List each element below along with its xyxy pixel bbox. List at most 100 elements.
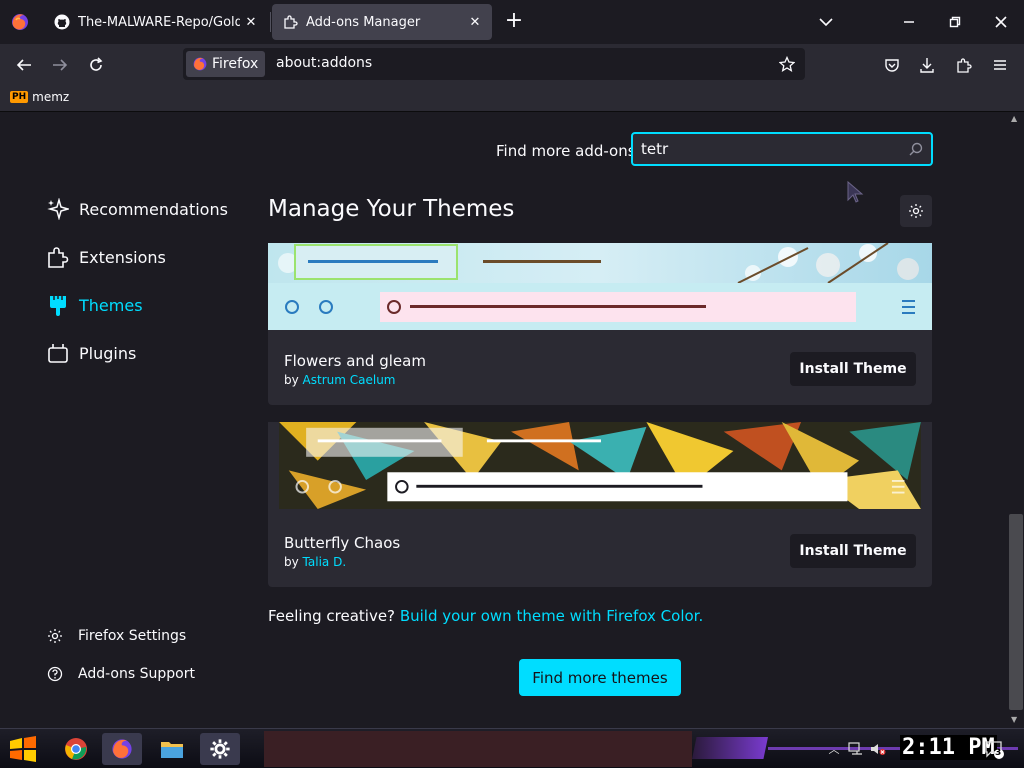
taskbar: ︿ 2:11 PM 3 bbox=[0, 728, 1024, 768]
category-extensions[interactable]: Extensions bbox=[46, 242, 246, 272]
tab-separator bbox=[270, 12, 271, 32]
identity-label: Firefox bbox=[212, 56, 259, 72]
author-link[interactable]: Astrum Caelum bbox=[303, 373, 396, 387]
firefox-taskbar-button[interactable] bbox=[102, 733, 142, 765]
sparkle-icon bbox=[46, 197, 70, 221]
addons-page: Find more add-ons Recommendations Extens… bbox=[0, 112, 1024, 728]
pocket-icon bbox=[885, 59, 899, 72]
creative-prompt: Feeling creative? Build your own theme w… bbox=[268, 607, 704, 625]
back-button[interactable] bbox=[9, 50, 39, 80]
bookmark-memz[interactable]: PH memz bbox=[10, 90, 69, 104]
file-explorer-taskbar-button[interactable] bbox=[152, 733, 192, 765]
taskbar-decoration bbox=[692, 737, 768, 759]
firefox-icon bbox=[112, 739, 132, 759]
bookmark-star-button[interactable] bbox=[775, 52, 799, 76]
tab-strip: The-MALWARE-Repo/GoldenEye ✕ Add-ons Man… bbox=[0, 0, 1024, 44]
plugin-icon bbox=[46, 341, 70, 365]
minimize-button[interactable] bbox=[886, 0, 932, 44]
search-input[interactable] bbox=[641, 139, 891, 159]
taskbar-empty-area bbox=[264, 731, 692, 767]
tab-github[interactable]: The-MALWARE-Repo/GoldenEye ✕ bbox=[44, 4, 268, 40]
tools-menu-button[interactable] bbox=[900, 195, 932, 227]
restore-icon bbox=[949, 16, 961, 28]
category-label: Themes bbox=[79, 295, 143, 315]
page-title: Manage Your Themes bbox=[268, 196, 515, 222]
theme-card[interactable]: Butterfly Chaos by Talia D. Install Them… bbox=[268, 422, 932, 587]
tab-title: The-MALWARE-Repo/GoldenEye bbox=[78, 14, 240, 30]
search-icon[interactable] bbox=[909, 142, 923, 156]
pocket-button[interactable] bbox=[877, 50, 907, 80]
url-text[interactable]: about:addons bbox=[276, 55, 372, 71]
category-label: Extensions bbox=[79, 247, 166, 267]
settings-taskbar-button[interactable] bbox=[200, 733, 240, 765]
category-plugins[interactable]: Plugins bbox=[46, 338, 246, 368]
extensions-button[interactable] bbox=[949, 50, 979, 80]
category-recommendations[interactable]: Recommendations bbox=[46, 194, 246, 224]
navigation-toolbar: Firefox about:addons bbox=[0, 44, 1024, 86]
theme-card[interactable]: Flowers and gleam by Astrum Caelum Insta… bbox=[268, 243, 932, 405]
search-label: Find more add-ons bbox=[496, 142, 636, 160]
hamburger-menu-icon bbox=[994, 60, 1006, 70]
chevron-up-icon[interactable]: ︿ bbox=[826, 741, 842, 757]
chevron-down-icon bbox=[819, 18, 833, 27]
list-all-tabs-button[interactable] bbox=[814, 10, 838, 34]
firefox-icon bbox=[193, 57, 207, 71]
new-tab-button[interactable]: + bbox=[502, 10, 526, 34]
url-bar[interactable]: Firefox about:addons bbox=[183, 48, 805, 80]
start-button[interactable] bbox=[8, 735, 38, 763]
close-icon[interactable]: ✕ bbox=[466, 13, 484, 31]
footer-link-label: Add-ons Support bbox=[78, 666, 195, 682]
notification-center-button[interactable]: 3 bbox=[984, 739, 1004, 759]
github-icon bbox=[54, 14, 70, 30]
firefox-settings-link[interactable]: Firefox Settings bbox=[46, 627, 186, 645]
bookmark-favicon: PH bbox=[10, 91, 29, 103]
identity-box[interactable]: Firefox bbox=[186, 51, 266, 77]
app-menu-button[interactable] bbox=[985, 50, 1015, 80]
author-link[interactable]: Talia D. bbox=[303, 555, 347, 569]
reload-icon bbox=[90, 57, 103, 71]
forward-arrow-icon bbox=[53, 59, 68, 71]
minimize-icon bbox=[904, 21, 914, 23]
restore-button[interactable] bbox=[932, 0, 978, 44]
find-more-themes-button[interactable]: Find more themes bbox=[519, 659, 681, 696]
close-window-button[interactable] bbox=[978, 0, 1024, 44]
category-label: Recommendations bbox=[79, 199, 228, 219]
close-icon bbox=[995, 16, 1007, 28]
volume-muted-icon[interactable] bbox=[870, 741, 886, 757]
close-icon[interactable]: ✕ bbox=[242, 13, 260, 31]
category-themes[interactable]: Themes bbox=[46, 290, 246, 320]
firefox-color-link[interactable]: Build your own theme with Firefox Color. bbox=[400, 607, 703, 625]
downloads-button[interactable] bbox=[912, 50, 942, 80]
firefox-icon[interactable] bbox=[10, 12, 30, 32]
category-label: Plugins bbox=[79, 343, 137, 363]
puzzle-icon bbox=[284, 15, 298, 29]
search-field[interactable] bbox=[631, 132, 933, 166]
gear-icon bbox=[210, 739, 230, 759]
theme-author: by Astrum Caelum bbox=[284, 373, 396, 387]
chrome-taskbar-button[interactable] bbox=[56, 733, 96, 765]
gear-icon bbox=[909, 204, 923, 218]
forward-button[interactable] bbox=[45, 50, 75, 80]
reload-button[interactable] bbox=[81, 50, 111, 80]
addons-support-link[interactable]: Add-ons Support bbox=[46, 665, 195, 683]
star-icon bbox=[779, 56, 795, 72]
scroll-up-icon[interactable]: ▲ bbox=[1011, 114, 1017, 123]
download-icon bbox=[920, 58, 934, 73]
chrome-icon bbox=[65, 738, 87, 760]
theme-preview bbox=[268, 243, 932, 330]
install-theme-button[interactable]: Install Theme bbox=[790, 352, 916, 386]
theme-preview bbox=[279, 422, 921, 509]
scrollbar[interactable]: ▲ ▼ bbox=[1008, 112, 1024, 728]
tab-addons-manager[interactable]: Add-ons Manager ✕ bbox=[272, 4, 492, 40]
bookmark-label: memz bbox=[32, 90, 70, 104]
help-icon bbox=[46, 665, 64, 683]
system-clock[interactable]: 2:11 PM bbox=[900, 735, 997, 760]
network-icon[interactable] bbox=[848, 741, 864, 757]
mouse-cursor-icon bbox=[847, 180, 864, 203]
scrollbar-thumb[interactable] bbox=[1009, 514, 1023, 710]
gear-icon bbox=[46, 627, 64, 645]
scroll-down-icon[interactable]: ▼ bbox=[1011, 715, 1017, 724]
back-arrow-icon bbox=[16, 59, 31, 71]
theme-name: Butterfly Chaos bbox=[284, 534, 401, 552]
install-theme-button[interactable]: Install Theme bbox=[790, 534, 916, 568]
